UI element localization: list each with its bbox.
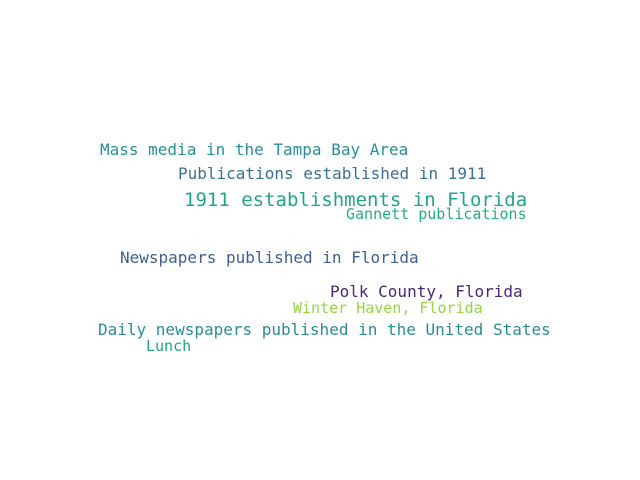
word-newspapers-published-florida: Newspapers published in Florida <box>120 248 419 267</box>
word-cloud: Mass media in the Tampa Bay Area Publica… <box>0 0 640 480</box>
word-publications-established-1911: Publications established in 1911 <box>178 164 487 183</box>
word-gannett-publications: Gannett publications <box>346 205 527 223</box>
word-winter-haven-florida: Winter Haven, Florida <box>293 299 483 317</box>
word-polk-county-florida: Polk County, Florida <box>330 282 523 301</box>
word-mass-media-tampa-bay: Mass media in the Tampa Bay Area <box>100 140 409 159</box>
word-lunch: Lunch <box>146 337 192 355</box>
word-daily-newspapers-united-states: Daily newspapers published in the United… <box>98 320 551 339</box>
